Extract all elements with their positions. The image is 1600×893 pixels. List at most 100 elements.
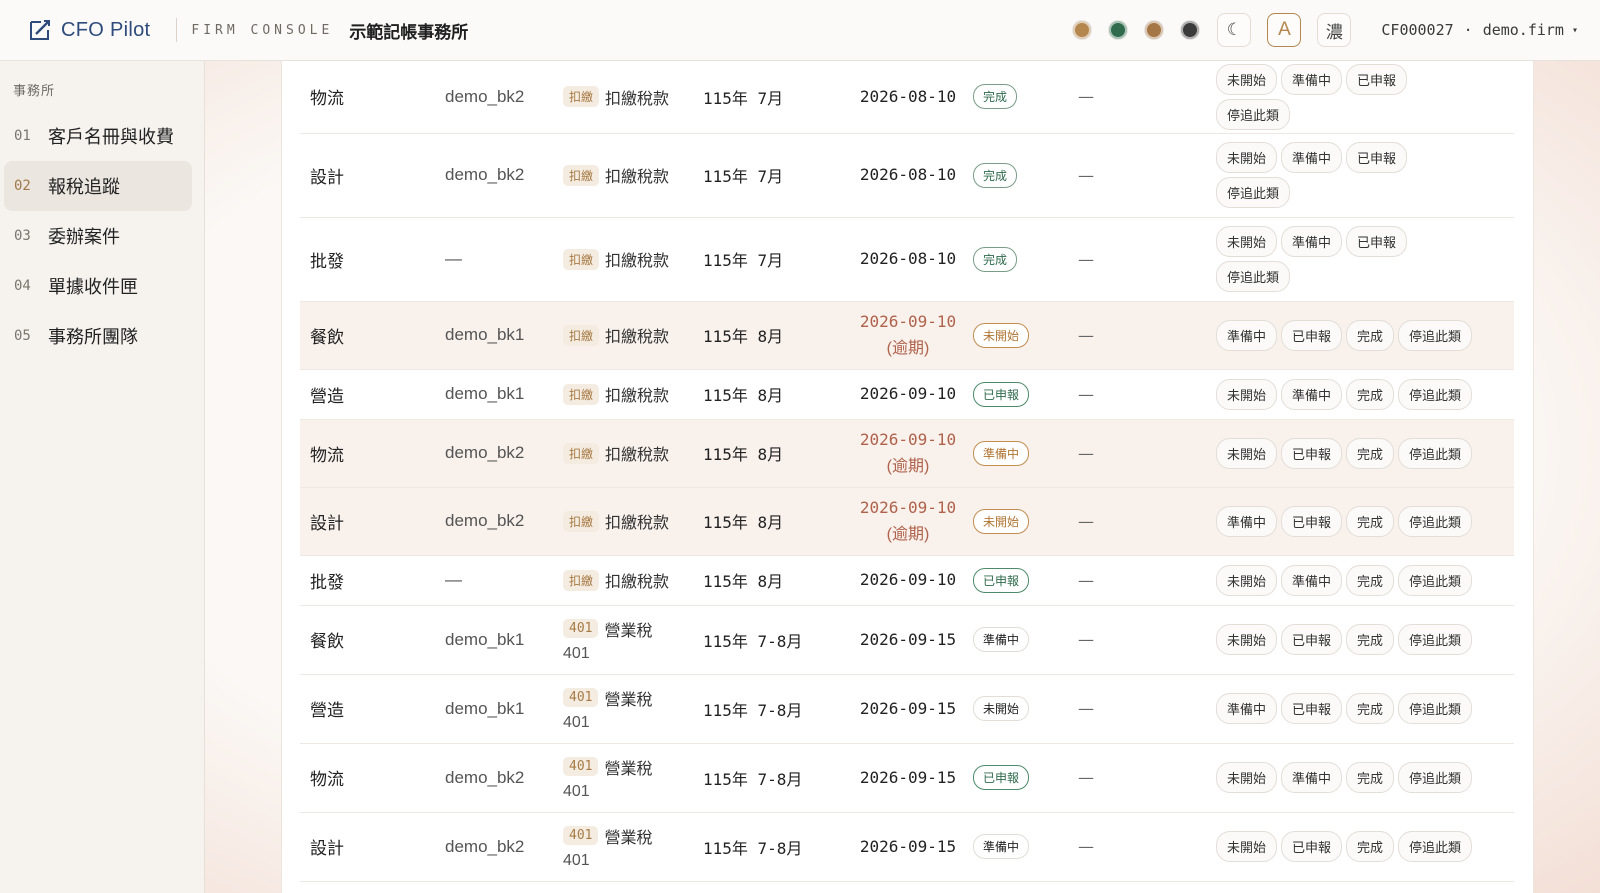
set-status-button[interactable]: 停追此類	[1398, 564, 1473, 596]
bookkeeper: demo_bk2	[445, 443, 525, 462]
set-status-button[interactable]: 未開始	[1216, 437, 1278, 469]
set-status-button[interactable]: 未開始	[1216, 564, 1278, 596]
table-row: 營造 demo_bk1 扣繳 扣繳稅款 115年 8月 2026-09-10 已申報 — 未開始…	[300, 369, 1514, 420]
status-action-group: 未開始 準備中 完成 停追此類	[1216, 762, 1486, 793]
tax-type-tag: 401	[563, 619, 599, 638]
set-status-button[interactable]: 停追此類	[1398, 831, 1473, 862]
status-cell: 未開始	[973, 301, 1078, 370]
set-status-button[interactable]: 完成	[1346, 505, 1395, 537]
theme-swatch-brown[interactable]	[1145, 21, 1164, 39]
set-status-button[interactable]: 已申報	[1346, 142, 1408, 173]
sidebar-item-1[interactable]: 02 報稅追蹤	[4, 161, 192, 211]
period-cell: 115年 7-8月	[703, 674, 843, 744]
density-button[interactable]: 濃	[1317, 13, 1352, 47]
set-status-button[interactable]: 準備中	[1216, 505, 1278, 537]
actions-cell: 準備中 已申報 完成 停追此類	[1216, 301, 1514, 370]
set-status-button[interactable]: 已申報	[1346, 226, 1408, 257]
industry: 餐飲	[310, 327, 344, 348]
set-status-button[interactable]: 準備中	[1281, 378, 1343, 410]
theme-swatch-charcoal[interactable]	[1181, 21, 1200, 39]
industry: 設計	[310, 513, 344, 534]
set-status-button[interactable]: 停追此類	[1216, 261, 1291, 292]
period: 115年 7-8月	[703, 700, 803, 720]
set-status-button[interactable]: 已申報	[1281, 319, 1343, 351]
period: 115年 7-8月	[703, 769, 803, 789]
cfo-pilot-logo-icon	[30, 20, 50, 40]
set-status-button[interactable]: 完成	[1346, 831, 1395, 862]
set-status-button[interactable]: 未開始	[1216, 63, 1278, 95]
set-status-button[interactable]: 未開始	[1216, 624, 1278, 655]
set-status-button[interactable]: 停追此類	[1216, 177, 1291, 208]
theme-swatch-green[interactable]	[1109, 21, 1128, 39]
table-row: 設計 demo_bk2 扣繳 扣繳稅款 115年 7月 2026-08-10 完成 — 未開始準…	[300, 133, 1514, 218]
note: —	[1078, 768, 1094, 787]
dark-mode-toggle-button[interactable]: ☾	[1217, 13, 1252, 47]
status-badge: 未開始	[973, 696, 1030, 721]
set-status-button[interactable]: 停追此類	[1398, 378, 1473, 410]
set-status-button[interactable]: 未開始	[1216, 831, 1278, 862]
set-status-button[interactable]: 停追此類	[1398, 505, 1473, 537]
set-status-button[interactable]: 完成	[1346, 762, 1395, 793]
due-date: 2026-09-15	[859, 836, 957, 856]
set-status-button[interactable]: 停追此類	[1216, 98, 1291, 130]
sidebar-item-2[interactable]: 03 委辦案件	[4, 211, 192, 261]
theme-swatch-gold[interactable]	[1073, 21, 1092, 39]
set-status-button[interactable]: 準備中	[1281, 142, 1343, 173]
set-status-button[interactable]: 未開始	[1216, 378, 1278, 410]
brand[interactable]: CFO Pilot	[28, 18, 150, 42]
note-cell: —	[1078, 369, 1216, 420]
set-status-button[interactable]: 停追此類	[1398, 437, 1473, 469]
set-status-button[interactable]: 完成	[1346, 693, 1395, 724]
tax-tracking-panel: 物流 demo_bk2 扣繳 扣繳稅款 115年 7月 2026-08-10 完成 — 未開始準…	[281, 61, 1534, 893]
set-status-button[interactable]: 準備中	[1281, 63, 1343, 95]
set-status-button[interactable]: 已申報	[1281, 831, 1343, 862]
status-action-group: 準備中 已申報 完成 停追此類	[1216, 505, 1486, 537]
industry-cell: 設計	[300, 487, 445, 556]
set-status-button[interactable]: 停追此類	[1398, 319, 1473, 351]
set-status-button[interactable]: 停追此類	[1398, 624, 1473, 655]
font-size-button[interactable]: A	[1267, 13, 1302, 47]
set-status-button[interactable]: 完成	[1346, 319, 1395, 351]
tax-type-tag: 401	[563, 688, 599, 707]
set-status-button[interactable]: 停追此類	[1398, 693, 1473, 724]
table-row: 餐飲 demo_bk1 扣繳 扣繳稅款 115年 8月 2026-09-10 (逾期) 未開始…	[300, 301, 1514, 370]
set-status-button[interactable]: 準備中	[1216, 693, 1278, 724]
period: 115年 8月	[703, 386, 784, 405]
set-status-button[interactable]: 已申報	[1346, 63, 1408, 95]
account-menu[interactable]: CF000027 · demo.firm ▾	[1381, 21, 1578, 39]
set-status-button[interactable]: 停追此類	[1398, 762, 1473, 793]
status-badge: 已申報	[973, 381, 1030, 407]
note: —	[1078, 511, 1094, 531]
sidebar-item-4[interactable]: 05 事務所團隊	[4, 311, 192, 361]
set-status-button[interactable]: 已申報	[1281, 624, 1343, 655]
bookkeeper-cell: demo_bk1	[445, 605, 563, 675]
sidebar-item-0[interactable]: 01 客戶名冊與收費	[4, 111, 192, 161]
tax-name: 營業稅	[604, 620, 653, 640]
period: 115年 7月	[703, 167, 784, 186]
set-status-button[interactable]: 完成	[1346, 437, 1395, 469]
status-cell: 已申報	[973, 369, 1078, 420]
set-status-button[interactable]: 完成	[1346, 564, 1395, 596]
due-date-cell: 2026-09-10	[843, 555, 973, 606]
set-status-button[interactable]: 準備中	[1281, 564, 1343, 596]
set-status-button[interactable]: 已申報	[1281, 505, 1343, 537]
set-status-button[interactable]: 未開始	[1216, 762, 1278, 793]
table-row: 物流 demo_bk2 扣繳 扣繳稅款 115年 8月 2026-09-10 (逾期) 準備中…	[300, 419, 1514, 488]
set-status-button[interactable]: 準備中	[1281, 762, 1343, 793]
bookkeeper-cell: —	[445, 555, 563, 606]
sidebar-item-3[interactable]: 04 單據收件匣	[4, 261, 192, 311]
set-status-button[interactable]: 已申報	[1281, 693, 1343, 724]
set-status-button[interactable]: 未開始	[1216, 142, 1278, 173]
tax-type-tag: 扣繳	[563, 86, 600, 108]
table-row: 營造 demo_bk1 401 營業稅 401 115年 7-8月 2026-09-15 未開…	[300, 674, 1514, 744]
chevron-down-icon: ▾	[1571, 24, 1578, 36]
set-status-button[interactable]: 未開始	[1216, 226, 1278, 257]
set-status-button[interactable]: 準備中	[1216, 319, 1278, 351]
set-status-button[interactable]: 已申報	[1281, 437, 1343, 469]
set-status-button[interactable]: 準備中	[1281, 226, 1343, 257]
period-cell: 115年 7月	[703, 133, 843, 218]
set-status-button[interactable]: 完成	[1346, 624, 1395, 655]
bookkeeper-cell: demo_bk1	[445, 369, 563, 420]
due-date: 2026-08-10	[859, 249, 957, 268]
set-status-button[interactable]: 完成	[1346, 378, 1395, 410]
